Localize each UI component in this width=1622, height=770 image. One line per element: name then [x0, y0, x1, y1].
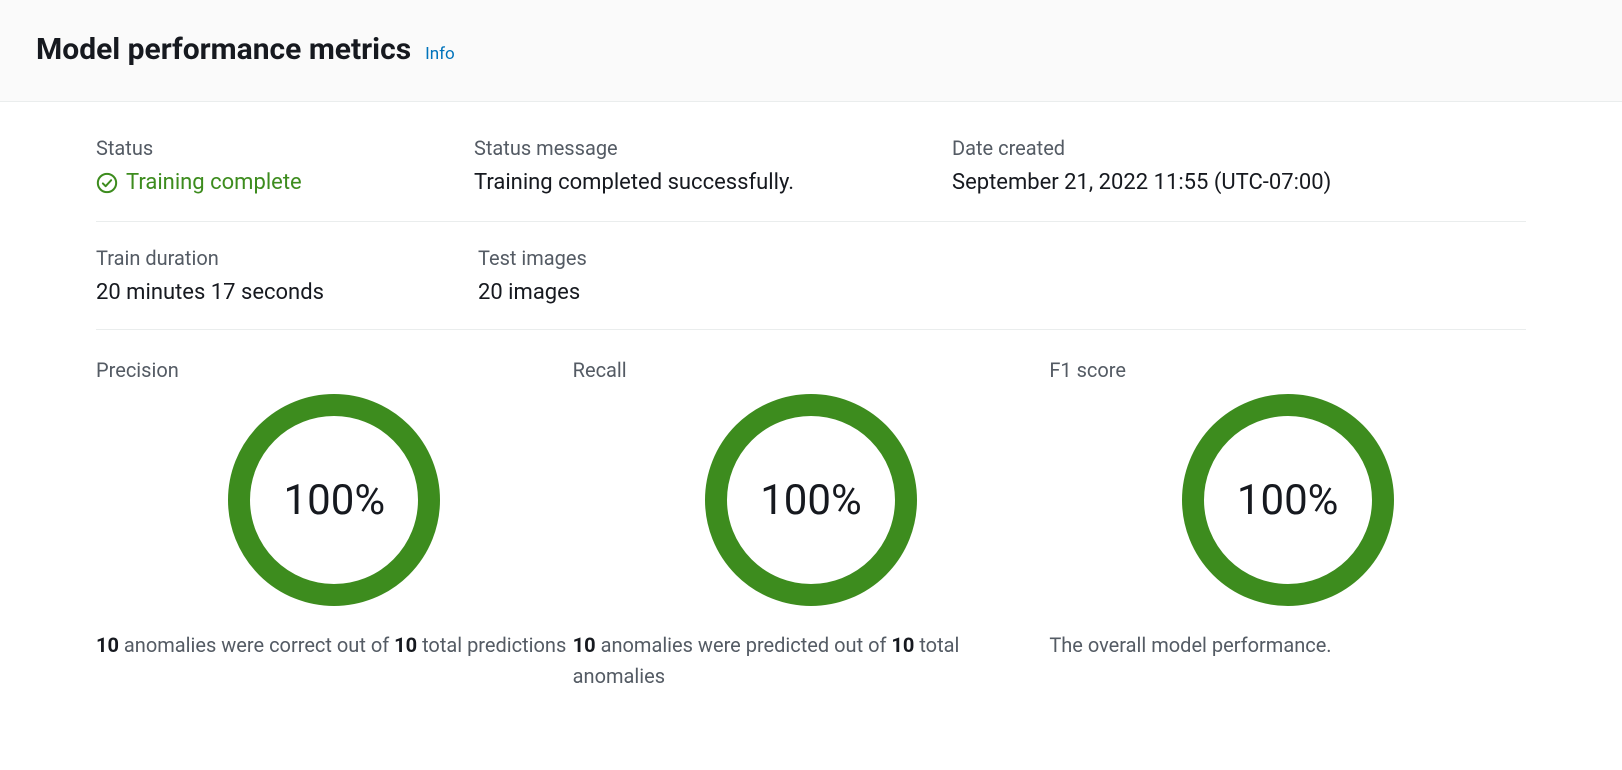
train-duration-label: Train duration	[96, 246, 478, 270]
info-link[interactable]: Info	[425, 44, 455, 64]
date-created-field: Date created September 21, 2022 11:55 (U…	[952, 136, 1526, 195]
f1-card: F1 score 100% The overall model performa…	[1049, 358, 1526, 692]
precision-donut-wrap: 100%	[96, 394, 573, 606]
status-message-label: Status message	[474, 136, 952, 160]
f1-label: F1 score	[1049, 358, 1526, 382]
status-value-line: Training complete	[96, 170, 474, 195]
train-duration-value: 20 minutes 17 seconds	[96, 280, 478, 305]
date-created-label: Date created	[952, 136, 1526, 160]
page-title: Model performance metrics	[36, 32, 411, 67]
recall-total-count: 10	[891, 633, 914, 657]
recall-donut: 100%	[705, 394, 917, 606]
status-value: Training complete	[126, 170, 302, 195]
check-circle-icon	[96, 172, 118, 194]
precision-total-count: 10	[394, 633, 417, 657]
recall-predicted-count: 10	[573, 633, 596, 657]
precision-label: Precision	[96, 358, 573, 382]
precision-percent: 100%	[284, 476, 386, 525]
f1-percent: 100%	[1237, 476, 1339, 525]
content: Status Training complete Status message …	[0, 102, 1622, 692]
f1-donut: 100%	[1182, 394, 1394, 606]
status-message-field: Status message Training completed succes…	[474, 136, 952, 195]
precision-correct-count: 10	[96, 633, 119, 657]
test-images-field: Test images 20 images	[478, 246, 1002, 305]
f1-description: The overall model performance.	[1049, 630, 1526, 661]
summary-row-1: Status Training complete Status message …	[96, 102, 1526, 222]
status-message-value: Training completed successfully.	[474, 170, 952, 195]
test-images-label: Test images	[478, 246, 1002, 270]
metrics-row: Precision 100% 10 anomalies were correct…	[96, 330, 1526, 692]
status-field: Status Training complete	[96, 136, 474, 195]
summary-row-2: Train duration 20 minutes 17 seconds Tes…	[96, 222, 1526, 330]
precision-donut: 100%	[228, 394, 440, 606]
recall-label: Recall	[573, 358, 1050, 382]
recall-donut-wrap: 100%	[573, 394, 1050, 606]
f1-donut-wrap: 100%	[1049, 394, 1526, 606]
recall-description: 10 anomalies were predicted out of 10 to…	[573, 630, 1050, 692]
date-created-value: September 21, 2022 11:55 (UTC-07:00)	[952, 170, 1526, 195]
recall-percent: 100%	[760, 476, 862, 525]
train-duration-field: Train duration 20 minutes 17 seconds	[96, 246, 478, 305]
status-label: Status	[96, 136, 474, 160]
page-header: Model performance metrics Info	[0, 0, 1622, 102]
recall-card: Recall 100% 10 anomalies were predicted …	[573, 358, 1050, 692]
precision-card: Precision 100% 10 anomalies were correct…	[96, 358, 573, 692]
precision-description: 10 anomalies were correct out of 10 tota…	[96, 630, 573, 661]
test-images-value: 20 images	[478, 280, 1002, 305]
